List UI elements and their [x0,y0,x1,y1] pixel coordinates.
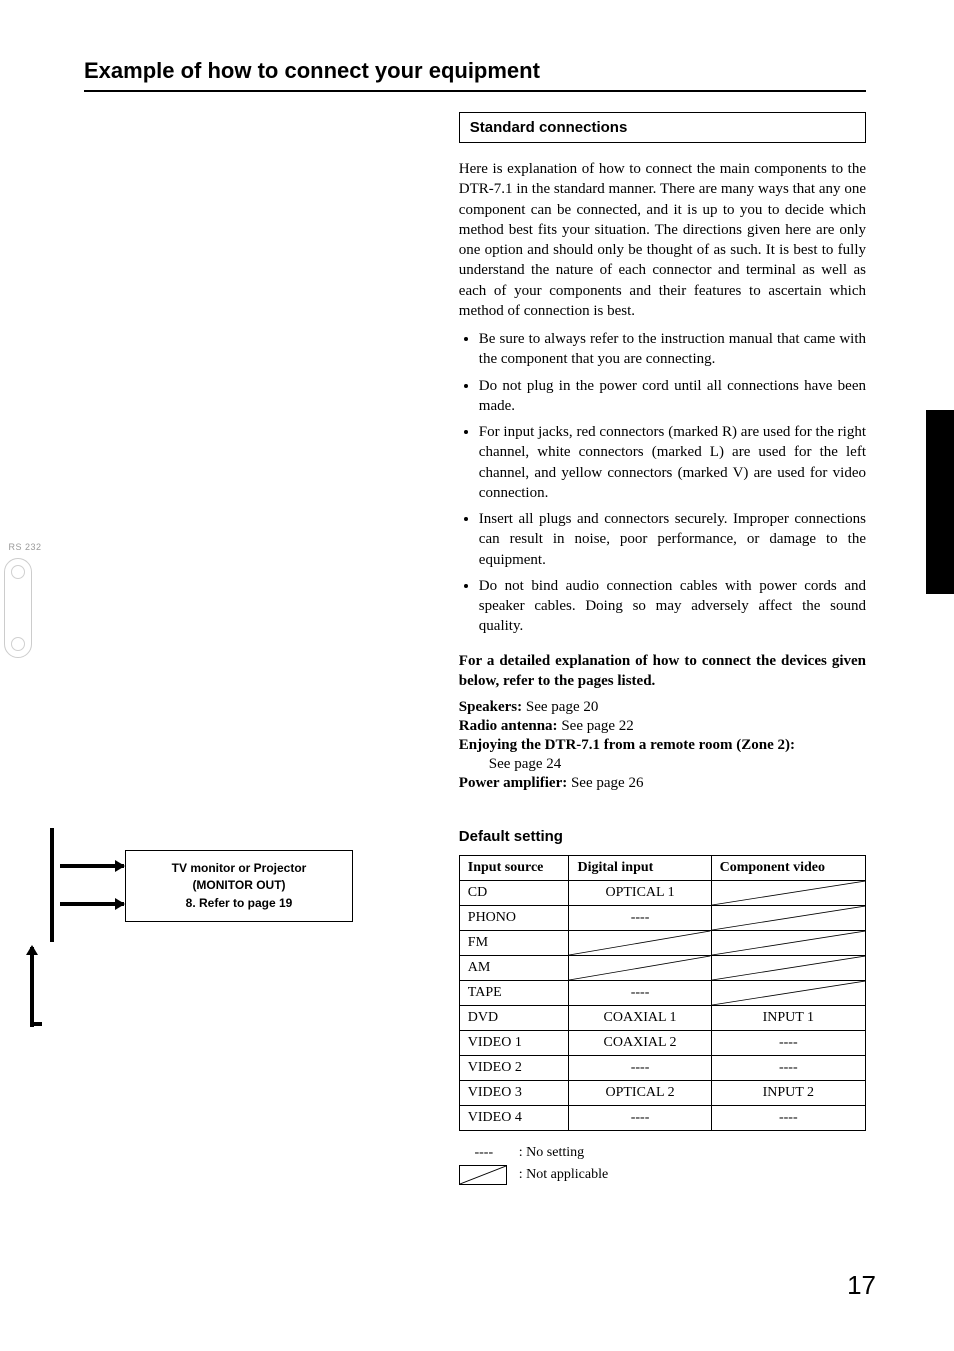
table-cell: ---- [569,906,711,931]
ref-zone2: Enjoying the DTR-7.1 from a remote room … [459,737,866,754]
ref-power: Power amplifier: See page 26 [459,775,866,792]
arrow-icon [60,902,124,906]
schematic-line [30,1022,42,1026]
table-row: CDOPTICAL 1 [459,881,865,906]
ref-value: See page 26 [567,775,643,791]
table-cell: COAXIAL 2 [569,1031,711,1056]
table-row: VIDEO 1COAXIAL 2---- [459,1031,865,1056]
ref-label: Radio antenna: [459,718,558,734]
legend-na-text: : Not applicable [519,1167,608,1183]
table-cell: OPTICAL 2 [569,1081,711,1106]
table-header-cell: Input source [459,856,569,881]
table-header-cell: Digital input [569,856,711,881]
table-row: FM [459,931,865,956]
arrow-icon [60,864,124,868]
legend-row-nosetting: ---- : No setting [459,1145,866,1161]
ref-radio: Radio antenna: See page 22 [459,718,866,735]
table-cell: ---- [569,981,711,1006]
table-cell: ---- [711,1056,865,1081]
table-header-cell: Component video [711,856,865,881]
table-cell: ---- [711,1106,865,1131]
intro-paragraph: Here is explanation of how to connect th… [459,159,866,321]
table-row: VIDEO 4-------- [459,1106,865,1131]
table-legend: ---- : No setting : Not applicable [459,1145,866,1185]
table-row: DVDCOAXIAL 1INPUT 1 [459,1006,865,1031]
table-cell-source: VIDEO 1 [459,1031,569,1056]
page-title: Example of how to connect your equipment [84,58,866,84]
table-cell-source: VIDEO 3 [459,1081,569,1106]
list-item: For input jacks, red connectors (marked … [479,422,866,503]
ref-label: Power amplifier: [459,775,567,791]
ref-speakers: Speakers: See page 20 [459,699,866,716]
page-number: 17 [847,1270,876,1301]
list-item: Be sure to always refer to the instructi… [479,329,866,370]
table-cell-source: AM [459,956,569,981]
table-cell-source: PHONO [459,906,569,931]
legend-row-notapplicable: : Not applicable [459,1165,866,1185]
tv-box-line3: 8. Refer to page 19 [172,895,307,912]
table-header-row: Input sourceDigital inputComponent video [459,856,865,881]
tv-box-line2: (MONITOR OUT) [172,877,307,894]
ref-label: Enjoying the DTR-7.1 from a remote room … [459,737,795,753]
table-body: CDOPTICAL 1PHONO----FMAMTAPE----DVDCOAXI… [459,881,865,1131]
rs232-connector-icon [4,558,32,658]
ref-zone2-page: See page 24 [459,756,866,773]
table-cell [711,906,865,931]
table-cell: ---- [711,1031,865,1056]
section-thumb-tab [926,410,954,594]
table-cell-source: CD [459,881,569,906]
default-setting-table: Input sourceDigital inputComponent video… [459,855,866,1131]
table-cell-source: FM [459,931,569,956]
table-row: VIDEO 3OPTICAL 2INPUT 2 [459,1081,865,1106]
detailed-note: For a detailed explanation of how to con… [459,651,866,692]
right-column: Standard connections Here is explanation… [441,112,866,1189]
table-cell-source: VIDEO 4 [459,1106,569,1131]
title-rule [84,90,866,92]
schematic-line [30,947,34,1027]
legend-dashes-symbol: ---- [459,1145,509,1161]
table-cell: INPUT 1 [711,1006,865,1031]
ref-label: Speakers: [459,699,522,715]
table-cell: INPUT 2 [711,1081,865,1106]
legend-na-symbol [459,1165,507,1185]
left-column: RS 232 TV monitor or Projector (MONITOR … [0,112,441,1189]
rs232-label: RS 232 [0,542,50,552]
ref-value: See page 20 [522,699,598,715]
schematic-line [50,828,54,942]
table-cell [569,956,711,981]
table-cell [711,931,865,956]
table-row: PHONO---- [459,906,865,931]
list-item: Do not bind audio connection cables with… [479,576,866,637]
table-cell: ---- [569,1106,711,1131]
manual-page: Example of how to connect your equipment… [0,0,954,1351]
table-cell: OPTICAL 1 [569,881,711,906]
table-row: VIDEO 2-------- [459,1056,865,1081]
bullet-list: Be sure to always refer to the instructi… [459,329,866,637]
table-row: TAPE---- [459,981,865,1006]
table-cell [569,931,711,956]
tv-monitor-box: TV monitor or Projector (MONITOR OUT) 8.… [125,850,353,922]
default-setting-heading: Default setting [459,828,866,845]
rs232-port-diagram: RS 232 [0,542,50,658]
legend-dashes-text: : No setting [519,1145,584,1161]
standard-connections-heading: Standard connections [459,112,866,143]
table-cell-source: TAPE [459,981,569,1006]
table-cell: ---- [569,1056,711,1081]
tv-box-line1: TV monitor or Projector [172,860,307,877]
ref-value: See page 22 [558,718,634,734]
list-item: Insert all plugs and connectors securely… [479,509,866,570]
table-row: AM [459,956,865,981]
table-cell-source: DVD [459,1006,569,1031]
table-cell [711,981,865,1006]
table-cell: COAXIAL 1 [569,1006,711,1031]
table-cell [711,881,865,906]
table-cell [711,956,865,981]
table-cell-source: VIDEO 2 [459,1056,569,1081]
list-item: Do not plug in the power cord until all … [479,376,866,417]
